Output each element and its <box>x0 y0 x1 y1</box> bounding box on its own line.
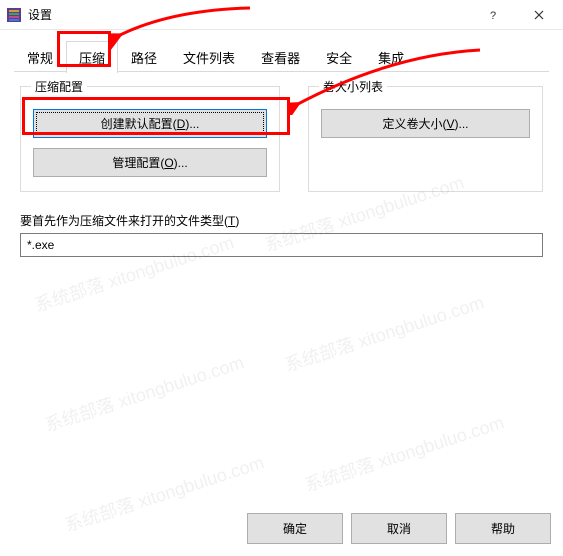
label-text: 创建默认配置( <box>101 117 177 131</box>
label-text: 定义卷大小( <box>382 117 446 131</box>
help-footer-button[interactable]: 帮助 <box>455 513 551 544</box>
dialog-footer: 确定 取消 帮助 <box>247 513 551 544</box>
manage-profile-button[interactable]: 管理配置(O)... <box>33 148 267 177</box>
tab-general[interactable]: 常规 <box>14 41 66 73</box>
label-text: )... <box>174 156 188 170</box>
watermark: 系统部落 xitongbuluo.com <box>41 348 247 437</box>
label-text: )... <box>455 117 469 131</box>
accelerator-key: V <box>446 117 454 131</box>
tab-integration[interactable]: 集成 <box>365 41 417 73</box>
label-text: ) <box>235 214 239 228</box>
label-text: )... <box>185 117 199 131</box>
tab-security[interactable]: 安全 <box>313 41 365 73</box>
titlebar: 设置 ? <box>0 0 563 30</box>
group-volume-sizes-legend: 卷大小列表 <box>319 78 387 95</box>
window-title: 设置 <box>28 6 471 23</box>
accelerator-key: O <box>164 156 173 170</box>
tab-filelist[interactable]: 文件列表 <box>170 41 248 73</box>
watermark: 系统部落 xitongbuluo.com <box>61 448 267 537</box>
label-text: 要首先作为压缩文件来打开的文件类型( <box>20 214 228 228</box>
ok-button[interactable]: 确定 <box>247 513 343 544</box>
group-volume-sizes: 卷大小列表 定义卷大小(V)... <box>308 86 543 192</box>
tabstrip: 常规 压缩 路径 文件列表 查看器 安全 集成 <box>0 30 563 72</box>
group-compress-profile-legend: 压缩配置 <box>31 78 87 95</box>
tab-viewer[interactable]: 查看器 <box>248 41 313 73</box>
close-button[interactable] <box>516 1 561 29</box>
app-icon <box>6 7 22 23</box>
help-button[interactable]: ? <box>471 1 516 29</box>
svg-text:?: ? <box>490 10 496 20</box>
filetype-label: 要首先作为压缩文件来打开的文件类型(T) <box>20 212 543 229</box>
group-compress-profile: 压缩配置 创建默认配置(D)... 管理配置(O)... <box>20 86 280 192</box>
define-volume-size-button[interactable]: 定义卷大小(V)... <box>321 109 530 138</box>
create-default-profile-button[interactable]: 创建默认配置(D)... <box>33 109 267 138</box>
watermark: 系统部落 xitongbuluo.com <box>301 408 507 497</box>
cancel-button[interactable]: 取消 <box>351 513 447 544</box>
filetype-input[interactable] <box>20 233 543 257</box>
tab-compress[interactable]: 压缩 <box>66 41 118 73</box>
watermark: 系统部落 xitongbuluo.com <box>281 288 487 377</box>
tab-panel-compress: 压缩配置 创建默认配置(D)... 管理配置(O)... 卷大小列表 定义卷大小… <box>0 72 563 267</box>
tab-path[interactable]: 路径 <box>118 41 170 73</box>
label-text: 管理配置( <box>112 156 164 170</box>
